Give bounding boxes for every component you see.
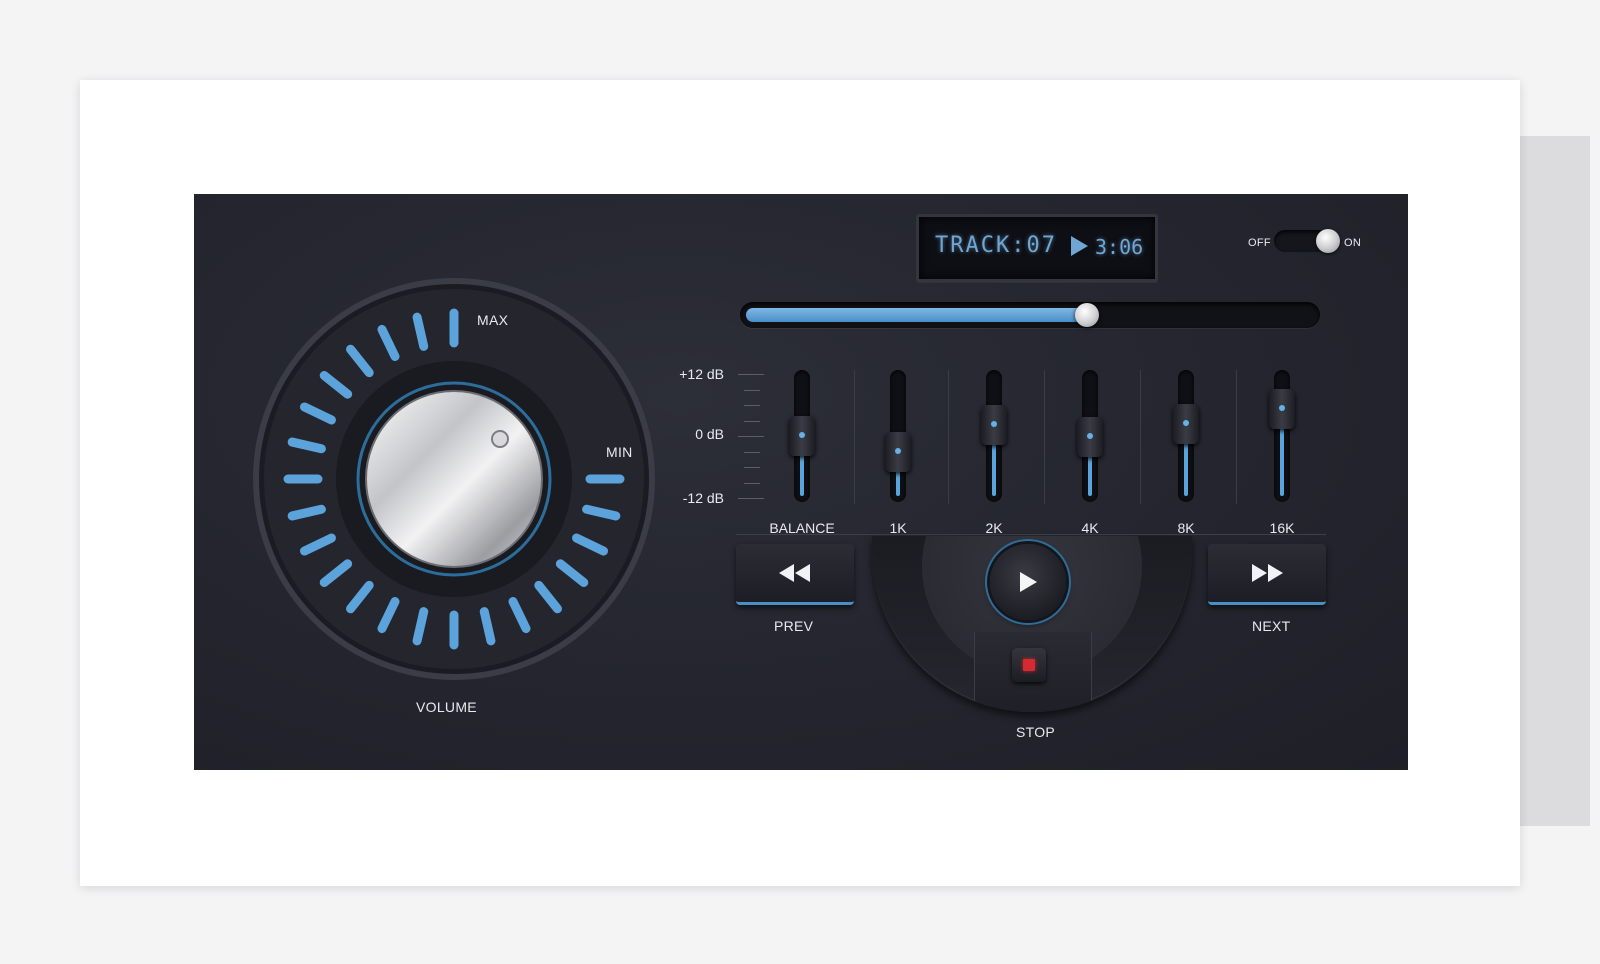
eq-scale-tick xyxy=(744,405,760,406)
eq-divider xyxy=(854,370,855,504)
power-on-label: ON xyxy=(1344,237,1362,249)
eq-scale-tick xyxy=(744,451,760,453)
eq-slider-handle[interactable] xyxy=(1269,389,1295,430)
eq-scale-tick xyxy=(744,482,760,484)
prev-label: PREV xyxy=(774,618,814,634)
track-number: TRACK:07 xyxy=(935,233,1057,258)
seek-bar-fill xyxy=(746,308,1087,322)
stop-icon xyxy=(1023,659,1035,671)
eq-scale-tick xyxy=(744,467,760,468)
eq-scale-tick xyxy=(744,420,760,422)
eq-slider-handle[interactable] xyxy=(981,404,1007,445)
power-toggle-knob[interactable] xyxy=(1316,229,1340,253)
eq-slider-2k[interactable] xyxy=(979,370,1009,520)
power-toggle[interactable] xyxy=(1274,229,1340,253)
seek-bar[interactable] xyxy=(740,302,1320,328)
eq-slider-balance[interactable] xyxy=(787,370,817,520)
eq-scale-tick xyxy=(744,389,760,391)
eq-divider xyxy=(1236,370,1237,504)
eq-scale-tick xyxy=(738,374,764,375)
volume-knob-indicator xyxy=(491,430,509,448)
eq-scale-mid-label: 0 dB xyxy=(695,426,724,442)
eq-slider-1k[interactable] xyxy=(883,370,913,520)
rewind-icon xyxy=(779,564,810,582)
volume-max-label: MAX xyxy=(477,312,509,328)
next-label: NEXT xyxy=(1252,618,1291,634)
volume-label: VOLUME xyxy=(416,699,477,715)
fast-forward-icon xyxy=(1252,564,1283,582)
eq-slider-handle[interactable] xyxy=(885,431,911,472)
eq-scale-top-label: +12 dB xyxy=(679,366,724,382)
eq-slider-4k[interactable] xyxy=(1075,370,1105,520)
power-off-label: OFF xyxy=(1248,237,1271,249)
play-button[interactable] xyxy=(990,544,1066,620)
eq-scale-bottom-label: -12 dB xyxy=(682,490,724,506)
eq-divider xyxy=(1140,370,1141,504)
volume-knob[interactable] xyxy=(365,390,543,568)
eq-slider-handle[interactable] xyxy=(1077,417,1103,458)
track-time: 3:06 xyxy=(1095,235,1144,259)
stop-label: STOP xyxy=(1016,724,1056,740)
seek-bar-thumb[interactable] xyxy=(1074,303,1099,327)
stop-button[interactable] xyxy=(1012,648,1046,682)
eq-slider-handle[interactable] xyxy=(789,416,815,456)
eq-divider xyxy=(1044,370,1045,504)
eq-slider-8k[interactable] xyxy=(1171,370,1201,520)
play-icon xyxy=(1020,572,1037,592)
transport-divider xyxy=(736,534,1326,535)
eq-slider-handle[interactable] xyxy=(1173,403,1199,444)
volume-min-label: MIN xyxy=(606,444,633,460)
eq-slider-16k[interactable] xyxy=(1267,370,1297,520)
track-display: TRACK:07 3:06 xyxy=(916,214,1158,282)
play-icon xyxy=(1071,236,1088,256)
eq-scale-tick xyxy=(738,498,764,499)
eq-divider xyxy=(948,370,949,504)
next-button[interactable] xyxy=(1208,544,1326,605)
volume-dial[interactable] xyxy=(194,194,694,734)
eq-scale-tick xyxy=(738,436,764,437)
player-panel: MAX MIN VOLUME TRACK:07 3:06 OFF ON +12 … xyxy=(194,194,1408,770)
prev-button[interactable] xyxy=(736,544,854,605)
